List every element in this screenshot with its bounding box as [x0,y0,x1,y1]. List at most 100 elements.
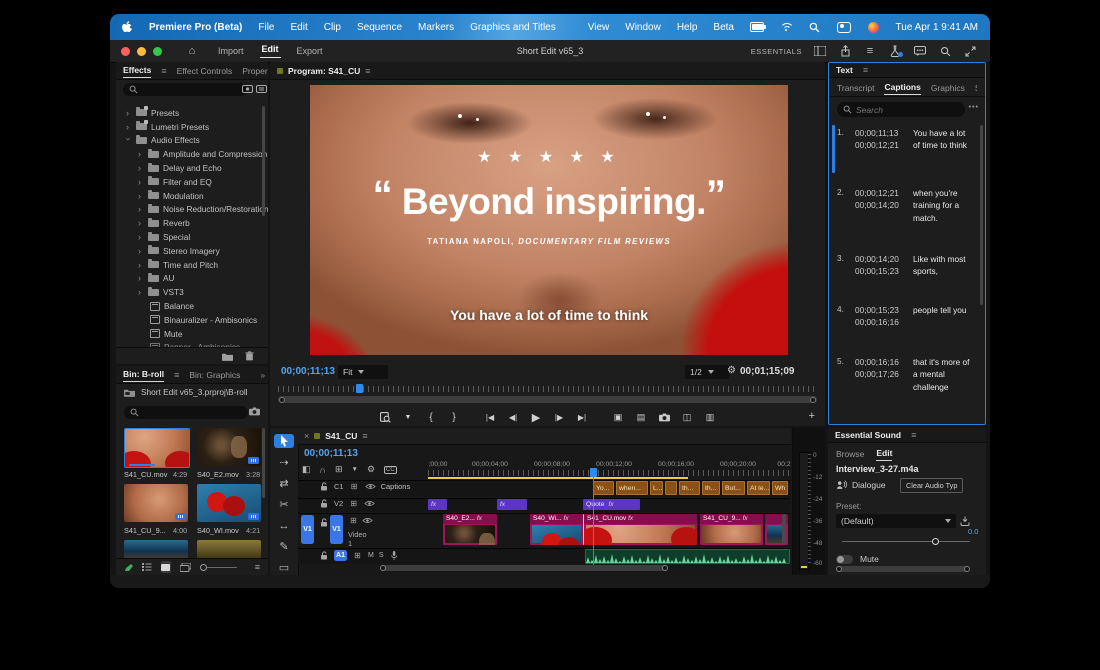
timeline-hscrollbar[interactable] [380,565,668,571]
caption-text[interactable]: You have a lot of time to think [913,127,973,152]
menubar-clock[interactable]: Tue Apr 1 9:41 AM [896,22,978,33]
effects-search-input[interactable] [142,85,241,95]
menu-file[interactable]: File [258,22,274,33]
caption-text[interactable]: people tell you [913,304,973,329]
rectangle-tool[interactable]: ▭ [274,561,294,575]
sync-lock-icon[interactable]: ⊞ [352,551,363,560]
minimize-window-button[interactable] [137,47,146,56]
tree-item-filter-eq[interactable]: ›Filter and EQ [138,175,212,189]
menu-clip[interactable]: Clip [324,22,341,33]
program-monitor-title[interactable]: Program: S41_CU [288,64,360,78]
captions-scrollbar[interactable] [980,125,983,305]
chevron-right-icon[interactable]: › [138,149,144,159]
bin-clip-s40-wi[interactable] [197,484,261,522]
menubar-app-name[interactable]: Premiere Pro (Beta) [149,22,242,33]
export-settings-icon[interactable] [375,412,395,423]
list-view-icon[interactable] [142,563,152,571]
add-marker-icon[interactable]: ▼ [398,414,418,421]
text-panel-title[interactable]: Text [836,63,853,77]
tree-item-vst3[interactable]: ›VST3 [138,285,184,299]
effects-search[interactable] [123,83,247,96]
chevron-right-icon[interactable]: › [138,204,144,214]
clip-name[interactable]: S41_CU.mov [124,470,167,479]
tab-browse[interactable]: Browse [836,449,864,459]
sync-lock-icon[interactable]: ⊞ [348,516,359,525]
panel-menu-icon[interactable]: ≡ [911,430,916,440]
tree-item-stereo-imagery[interactable]: ›Stereo Imagery [138,244,220,258]
close-sequence-icon[interactable]: × [304,431,309,441]
settings-wrench-icon[interactable]: ⚙ [727,365,736,376]
tab-bin-broll[interactable]: Bin: B-roll [123,367,164,382]
chevron-expanded-icon[interactable]: › [123,138,133,144]
chevron-right-icon[interactable]: › [138,177,144,187]
spotlight-search-icon[interactable] [809,21,822,33]
chevron-right-icon[interactable]: › [138,232,144,242]
fx-32bit-badge-icon[interactable] [256,84,267,94]
tab-edit[interactable]: Edit [260,44,281,58]
v1-clip-s41-cu-9[interactable]: S41_CU_9... fx [700,514,763,545]
chevron-right-icon[interactable]: › [138,163,144,173]
captions-cc-icon[interactable]: CC [384,466,397,474]
caption-text[interactable]: Like with most sports, [913,253,973,278]
tab-effect-controls[interactable]: Effect Controls [177,66,233,76]
filmstrip-view-icon[interactable] [180,563,191,572]
v1-clip-s41-cu[interactable]: S41_CU.mov fx [583,514,697,545]
insert-overwrite-icon[interactable]: ◧ [302,464,311,475]
thumbnail-view-icon[interactable] [161,561,171,573]
close-window-button[interactable] [121,47,130,56]
battery-icon[interactable] [750,21,764,33]
caption-text[interactable]: that it's more of a mental challenge [913,356,973,393]
tree-item-delay-echo[interactable]: ›Delay and Echo [138,161,222,175]
tab-overflow-icon[interactable]: » [260,370,265,380]
loudness-slider-knob[interactable] [932,538,939,545]
beta-feedback-beaker-icon[interactable] [887,44,903,58]
zoom-window-button[interactable] [153,47,162,56]
tree-item-presets[interactable]: ›Presets [126,106,179,120]
bin-footer-menu-icon[interactable]: ≡ [255,562,260,572]
comparison-view-icon[interactable]: ◫ [677,412,697,423]
caption-row-4[interactable]: 4. 00;00;15;2300;00;16;16 people tell yo… [837,304,973,329]
captions-search-input[interactable] [856,105,959,115]
tree-item-lumetri-presets[interactable]: ›Lumetri Presets [126,120,209,134]
clip-name[interactable]: S40_WI.mov [197,526,239,535]
selection-tool[interactable] [274,434,294,448]
tab-graphics[interactable]: Graphics [931,83,965,93]
menu-window[interactable]: Window [625,22,661,33]
snap-magnet-icon[interactable]: ∩ [320,465,326,475]
loudness-slider-track[interactable] [842,541,970,542]
tree-item-binauralizer[interactable]: Binauralizer - Ambisonics [150,313,257,327]
tab-properties[interactable]: Propertie [242,66,268,76]
tree-item-audio-effects[interactable]: ›Audio Effects [126,134,200,148]
panel-menu-icon[interactable]: ≡ [863,65,868,75]
bin-breadcrumb[interactable]: Short Edit v65_3.prproj\B-roll [124,387,248,397]
panel-menu-icon[interactable]: ≡ [174,370,179,380]
essential-sound-title[interactable]: Essential Sound [835,428,901,442]
caption-timecodes[interactable]: 00;00;14;2000;00;15;23 [855,253,907,278]
chevron-right-icon[interactable]: › [126,108,132,118]
new-folder-icon[interactable] [222,352,233,361]
tree-item-modulation[interactable]: ›Modulation [138,189,204,203]
go-to-out-icon[interactable]: ▶| [572,413,592,422]
caption-row-3[interactable]: 3. 00;00;14;2000;00;15;23 Like with most… [837,253,973,278]
work-area-bar[interactable] [428,477,688,479]
workspace-icon[interactable] [812,44,828,58]
lock-icon[interactable] [318,551,329,560]
more-options-icon[interactable]: ••• [969,104,979,111]
bin-clip-s41-cu[interactable] [124,428,190,468]
clip-name[interactable]: S40_E2.mov [197,470,239,479]
eye-icon[interactable] [364,500,375,507]
v1-source-patch[interactable]: V1 [301,515,314,544]
sequence-tab[interactable]: S41_CU [325,431,357,441]
preset-dropdown[interactable]: (Default) [836,514,956,528]
step-back-icon[interactable]: ◀| [503,413,523,422]
menu-help[interactable]: Help [677,22,698,33]
timeline-caption-block[interactable]: At le... [747,481,770,495]
go-to-in-icon[interactable]: |◀ [480,413,500,422]
home-icon[interactable]: ⌂ [184,44,200,58]
gain-value[interactable]: 0.0 [968,527,978,536]
tab-transcript[interactable]: Transcript [837,83,874,93]
eye-icon[interactable] [365,483,376,490]
sync-lock-icon[interactable]: ⊞ [348,499,359,508]
menu-view[interactable]: View [588,22,610,33]
caption-row-2[interactable]: 2. 00;00;12;2100;00;14;20 when you're tr… [837,187,973,224]
